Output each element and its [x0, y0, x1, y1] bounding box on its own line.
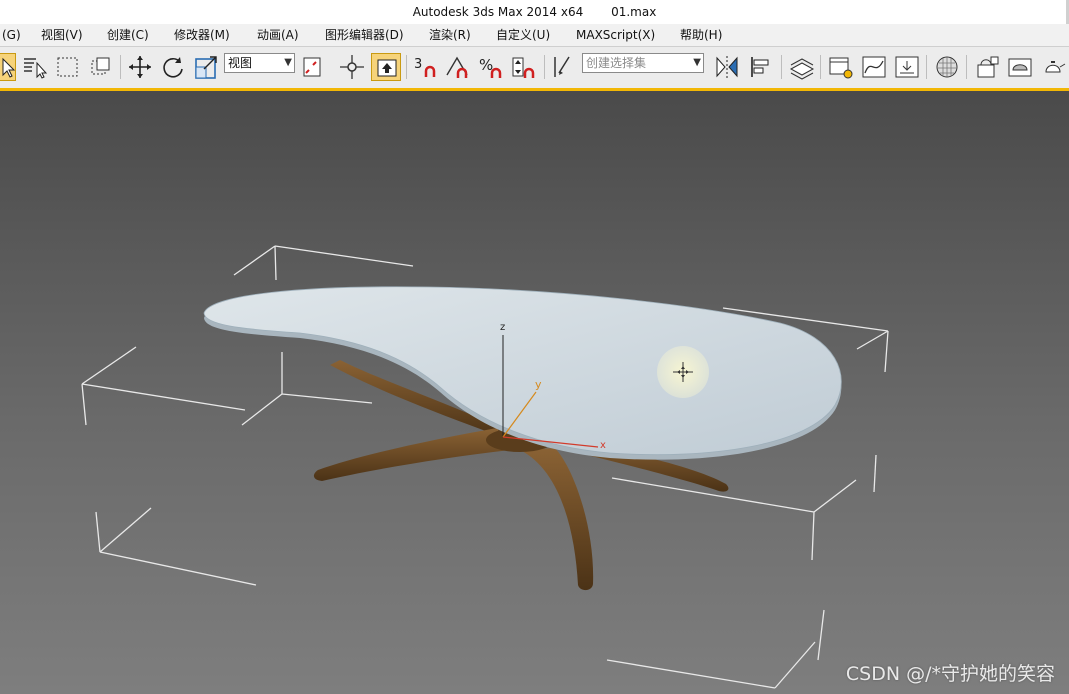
toolbar-separator [120, 55, 121, 79]
rendered-frame-window-button[interactable] [1005, 53, 1035, 81]
select-rotate-button[interactable] [158, 53, 188, 81]
keyboard-override-icon [377, 59, 397, 77]
toolbar-separator [781, 55, 782, 79]
keyboard-shortcut-override-button[interactable] [371, 53, 401, 81]
axis-label-y: y [535, 378, 542, 391]
select-by-name-icon [24, 58, 48, 79]
spinner-snap-toggle-button[interactable] [509, 53, 539, 81]
mouse-cursor [657, 346, 709, 398]
app-title: Autodesk 3ds Max 2014 x64 [412, 5, 584, 19]
window-crossing-icon [91, 57, 110, 75]
menu-create[interactable]: 创建(C) [107, 24, 149, 46]
rectangular-selection-button[interactable] [53, 53, 83, 81]
align-button[interactable] [747, 53, 777, 81]
use-pivot-center-button[interactable] [298, 53, 328, 81]
scene-canvas: z y x [81, 245, 889, 689]
manipulate-icon [340, 55, 364, 79]
menu-modifiers[interactable]: 修改器(M) [174, 24, 230, 46]
named-selection-sets-dropdown[interactable]: 创建选择集 ▼ [582, 53, 704, 73]
angle-snap-icon [446, 56, 468, 78]
menu-help[interactable]: 帮助(H) [680, 24, 722, 46]
edit-named-selection-sets-button[interactable] [549, 53, 579, 81]
csdn-watermark: CSDN @/*守护她的笑容 [845, 663, 1055, 685]
snaps-toggle-button[interactable]: 3 [411, 53, 441, 81]
curve-editor-icon [862, 56, 886, 78]
select-move-button[interactable] [125, 53, 155, 81]
curve-editor-button[interactable] [859, 53, 889, 81]
menu-bar: (G) 视图(V) 创建(C) 修改器(M) 动画(A) 图形编辑器(D) 渲染… [0, 24, 1069, 47]
select-and-manipulate-button[interactable] [337, 53, 367, 81]
render-setup-icon [977, 56, 999, 78]
select-by-name-button[interactable] [20, 53, 50, 81]
menu-customize[interactable]: 自定义(U) [496, 24, 550, 46]
align-icon [751, 57, 769, 77]
rotate-icon [163, 57, 183, 78]
menu-views[interactable]: 视图(V) [41, 24, 83, 46]
title-bar: Autodesk 3ds Max 2014 x64 01.max [0, 0, 1069, 24]
spinner-snap-icon [512, 57, 535, 78]
named-selection-pencil-icon [554, 56, 570, 77]
layer-manager-button[interactable] [787, 53, 817, 81]
mirror-icon [716, 56, 738, 78]
chevron-down-icon: ▼ [693, 57, 701, 68]
table-top [203, 286, 842, 460]
scene-explorer-icon [829, 57, 853, 79]
select-scale-button[interactable] [192, 53, 222, 81]
menu-animation[interactable]: 动画(A) [257, 24, 299, 46]
main-toolbar: 视图 ▼ 3 % 创建选择集 ▼ [0, 47, 1069, 91]
angle-snap-toggle-button[interactable] [443, 53, 473, 81]
scale-icon [195, 56, 217, 79]
percent-snap-toggle-button[interactable]: % [476, 53, 506, 81]
coord-system-value: 视图 [228, 56, 253, 70]
menu-maxscript[interactable]: MAXScript(X) [576, 24, 655, 46]
axis-label-x: x [600, 440, 606, 451]
menu-graph-editors[interactable]: 图形编辑器(D) [325, 24, 404, 46]
axis-label-z: z [500, 322, 505, 333]
mirror-button[interactable] [712, 53, 742, 81]
layers-icon [789, 58, 815, 80]
perspective-viewport[interactable]: z y x [0, 91, 1069, 694]
toolbar-separator [820, 55, 821, 79]
snap-label: 3 [414, 57, 422, 72]
pivot-center-icon [303, 57, 321, 77]
move-icon [129, 56, 151, 78]
snap-3d-icon: 3 [414, 57, 436, 77]
chevron-down-icon: ▼ [284, 57, 292, 68]
schematic-view-button[interactable] [892, 53, 922, 81]
toolbar-separator [544, 55, 545, 79]
toolbar-separator [966, 55, 967, 79]
render-setup-button[interactable] [972, 53, 1002, 81]
named-selection-placeholder: 创建选择集 [586, 56, 647, 70]
menu-group[interactable]: (G) [2, 24, 21, 46]
select-arrow-icon [2, 57, 16, 78]
percent-snap-icon: % [479, 56, 502, 78]
material-editor-button[interactable] [932, 53, 962, 81]
toolbar-separator [406, 55, 407, 79]
rendered-frame-icon [1008, 58, 1032, 77]
render-production-button[interactable] [1038, 53, 1068, 81]
window-crossing-button[interactable] [86, 53, 116, 81]
toolbar-separator [926, 55, 927, 79]
schematic-view-icon [895, 56, 919, 78]
rect-selection-icon [57, 57, 78, 77]
scene-explorer-button[interactable] [826, 53, 856, 81]
file-name: 01.max [611, 5, 657, 19]
reference-coordinate-system-dropdown[interactable]: 视图 ▼ [224, 53, 295, 73]
menu-rendering[interactable]: 渲染(R) [429, 24, 471, 46]
material-editor-icon [936, 56, 958, 78]
teapot-render-icon [1045, 61, 1066, 73]
select-object-button[interactable] [0, 53, 16, 81]
